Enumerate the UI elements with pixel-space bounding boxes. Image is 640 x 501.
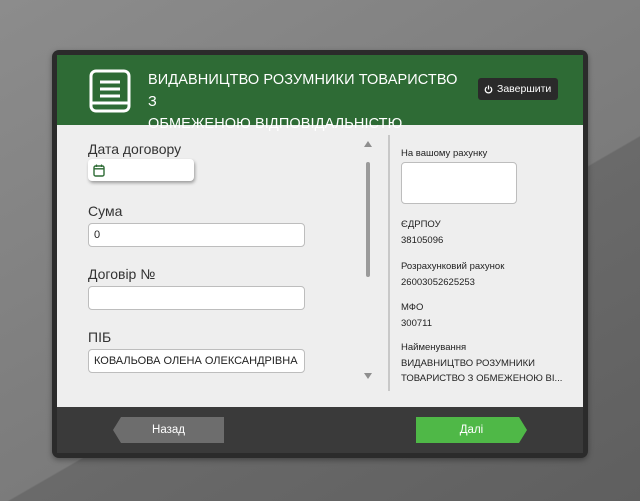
calendar-icon: [93, 164, 105, 177]
finish-button-label: Завершити: [497, 83, 552, 95]
document-list-icon: [89, 69, 131, 113]
settlement-account-label: Розрахунковий рахунок: [401, 261, 505, 272]
amount-label: Сума: [88, 203, 123, 219]
amount-input[interactable]: 0: [88, 223, 305, 247]
full-name-value: КОВАЛЬОВА ОЛЕНА ОЛЕКСАНДРІВНА: [94, 355, 298, 367]
form-scrollbar[interactable]: [363, 139, 373, 381]
full-name-label: ПІБ: [88, 329, 112, 345]
next-button[interactable]: Далі: [416, 417, 527, 443]
finish-button[interactable]: Завершити: [478, 78, 559, 100]
contract-form: Дата договору Сума 0 Договір № ПІБ КОВАЛ…: [57, 125, 383, 407]
power-icon: [484, 84, 493, 94]
account-label: На вашому рахунку: [401, 148, 488, 159]
recipient-name-line1: ВИДАВНИЦТВО РОЗУМНИКИ: [401, 358, 535, 369]
recipient-name-line2: ТОВАРИСТВО З ОБМЕЖЕНОЮ ВІ...: [401, 373, 563, 384]
account-balance-field: [401, 162, 517, 204]
back-button[interactable]: Назад: [113, 417, 224, 443]
edrpou-label: ЄДРПОУ: [401, 219, 441, 230]
contract-number-input[interactable]: [88, 286, 305, 310]
amount-value: 0: [94, 229, 101, 241]
terminal-frame: ВИДАВНИЦТВО РОЗУМНИКИ ТОВАРИСТВО З ОБМЕЖ…: [52, 50, 588, 458]
mfo-label: МФО: [401, 302, 424, 313]
footer-bar: Назад Далі: [57, 407, 583, 453]
full-name-input[interactable]: КОВАЛЬОВА ОЛЕНА ОЛЕКСАНДРІВНА: [88, 349, 305, 373]
header: ВИДАВНИЦТВО РОЗУМНИКИ ТОВАРИСТВО З ОБМЕЖ…: [57, 55, 583, 132]
contract-date-input[interactable]: [88, 159, 194, 181]
panel-divider: [388, 135, 390, 391]
scroll-up-arrow-icon[interactable]: [364, 141, 372, 147]
contract-number-label: Договір №: [88, 266, 156, 282]
scroll-thumb[interactable]: [366, 162, 370, 277]
screen: ВИДАВНИЦТВО РОЗУМНИКИ ТОВАРИСТВО З ОБМЕЖ…: [57, 55, 583, 453]
contract-date-label: Дата договору: [88, 141, 182, 157]
settlement-account-value: 26003052625253: [401, 277, 475, 288]
scroll-down-arrow-icon[interactable]: [364, 373, 372, 379]
mfo-value: 300711: [401, 318, 432, 329]
recipient-name-label: Найменування: [401, 342, 467, 353]
edrpou-value: 38105096: [401, 235, 444, 246]
company-title-line1: ВИДАВНИЦТВО РОЗУМНИКИ ТОВАРИСТВО З: [148, 72, 458, 110]
